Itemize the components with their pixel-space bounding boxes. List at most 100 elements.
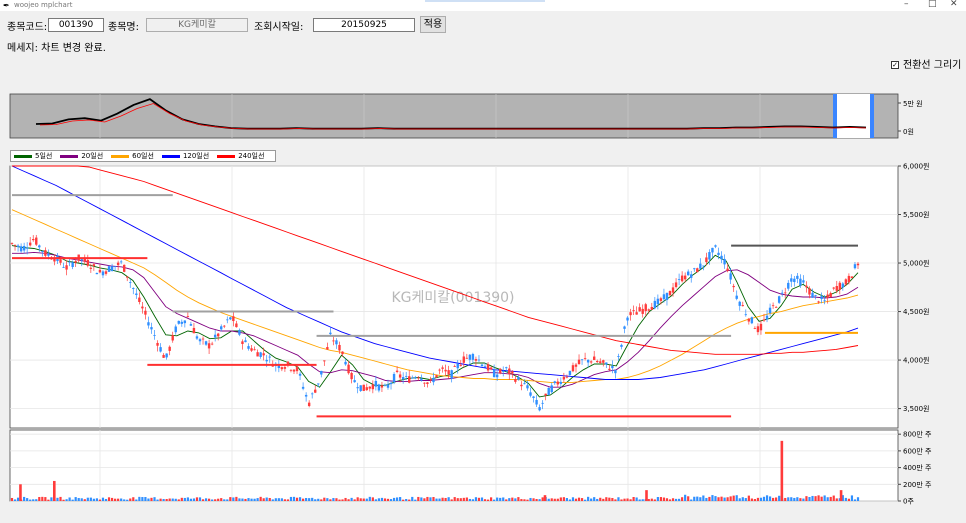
volume-bar xyxy=(599,497,602,501)
candle-body xyxy=(462,356,466,363)
volume-bar xyxy=(77,498,80,501)
volume-bar xyxy=(71,499,74,501)
volume-bar xyxy=(386,498,390,501)
candle-body xyxy=(665,292,669,300)
volume-bar xyxy=(629,499,632,501)
overview-ytick: 5만 원 xyxy=(903,99,923,108)
candle-body xyxy=(13,244,17,246)
volume-bar xyxy=(195,497,199,501)
candle-body xyxy=(668,291,672,296)
candle-body xyxy=(614,370,617,374)
volume-bar xyxy=(459,498,462,501)
volume-bar xyxy=(462,497,465,501)
volume-bar xyxy=(317,498,320,501)
volume-bar xyxy=(144,497,147,501)
candle-body xyxy=(623,326,626,329)
volume-bar xyxy=(775,497,778,501)
overview-selection[interactable] xyxy=(836,94,872,138)
volume-tick-label: 200만 주 xyxy=(903,480,932,489)
volume-bar xyxy=(526,499,529,501)
candle-body xyxy=(541,402,544,404)
volume-bar xyxy=(493,499,496,501)
candle-body xyxy=(671,287,675,293)
overview-right-handle[interactable] xyxy=(870,94,874,138)
candle-body xyxy=(608,368,611,370)
candle-body xyxy=(562,376,566,380)
candle-body xyxy=(380,385,384,388)
volume-bar xyxy=(32,499,35,501)
volume-bar xyxy=(568,499,572,501)
candle-body xyxy=(323,360,326,362)
candle-body xyxy=(204,341,208,345)
volume-bar xyxy=(662,497,666,501)
volume-bar xyxy=(711,495,714,501)
volume-bar xyxy=(141,497,144,501)
volume-spike-bar xyxy=(19,484,22,501)
volume-bar xyxy=(126,499,129,501)
candle-body xyxy=(796,275,799,279)
volume-bar xyxy=(596,498,599,501)
candle-body xyxy=(841,283,845,288)
candle-body xyxy=(565,376,569,378)
candle-body xyxy=(389,382,393,385)
volume-bar xyxy=(587,496,590,501)
overview-left-handle[interactable] xyxy=(833,94,837,138)
candle-body xyxy=(129,282,132,283)
volume-bar xyxy=(247,498,250,501)
volume-bar xyxy=(368,496,371,501)
volume-bar xyxy=(556,498,559,501)
volume-bar xyxy=(80,498,83,501)
volume-bar xyxy=(338,499,341,501)
volume-bar xyxy=(696,496,699,501)
volume-bar xyxy=(656,497,659,501)
candle-body xyxy=(583,358,587,359)
volume-spike-bar xyxy=(645,490,648,501)
candle-body xyxy=(765,315,769,320)
volume-panel[interactable] xyxy=(9,429,899,502)
legend-item: 60일선 xyxy=(111,151,154,161)
candle-body xyxy=(392,373,396,383)
candle-body xyxy=(344,361,347,365)
candle-body xyxy=(647,309,650,311)
volume-bar xyxy=(271,499,274,501)
candle-body xyxy=(262,353,265,356)
candle-body xyxy=(183,320,187,324)
candle-body xyxy=(116,262,120,266)
volume-bar xyxy=(681,497,684,501)
volume-bar xyxy=(10,497,14,501)
volume-bar xyxy=(677,498,681,501)
candle-body xyxy=(371,384,375,390)
candle-body xyxy=(177,320,180,324)
volume-bar xyxy=(259,496,262,501)
volume-bar xyxy=(486,499,490,501)
volume-bar xyxy=(280,498,283,501)
volume-bar xyxy=(326,498,329,501)
candle-body xyxy=(89,267,93,269)
candle-body xyxy=(310,393,314,395)
volume-bar xyxy=(16,497,20,501)
candle-body xyxy=(535,399,538,405)
candle-body xyxy=(729,273,732,280)
candle-body xyxy=(198,339,202,342)
candle-body xyxy=(747,318,751,322)
volume-tick-label: 600만 주 xyxy=(903,446,932,455)
volume-bar xyxy=(50,497,53,501)
chart-canvas[interactable]: 5만 원 0원 KG케미칼(001390) 6,000원 5,500원 5,000원… xyxy=(0,0,966,523)
candle-body xyxy=(653,300,657,309)
candle-body xyxy=(617,356,620,357)
volume-spike-bar xyxy=(780,440,784,501)
candle-body xyxy=(119,261,123,263)
volume-bar xyxy=(268,497,271,501)
candle-body xyxy=(47,253,50,256)
candle-body xyxy=(216,333,220,337)
candle-body xyxy=(547,387,550,395)
candle-body xyxy=(596,360,599,363)
candle-body xyxy=(674,282,678,288)
candle-body xyxy=(802,280,805,283)
candle-body xyxy=(192,327,196,334)
candle-body xyxy=(307,402,311,407)
candle-body xyxy=(856,263,860,266)
volume-bar xyxy=(214,499,217,501)
candle-body xyxy=(80,259,83,261)
volume-bar xyxy=(98,499,102,501)
